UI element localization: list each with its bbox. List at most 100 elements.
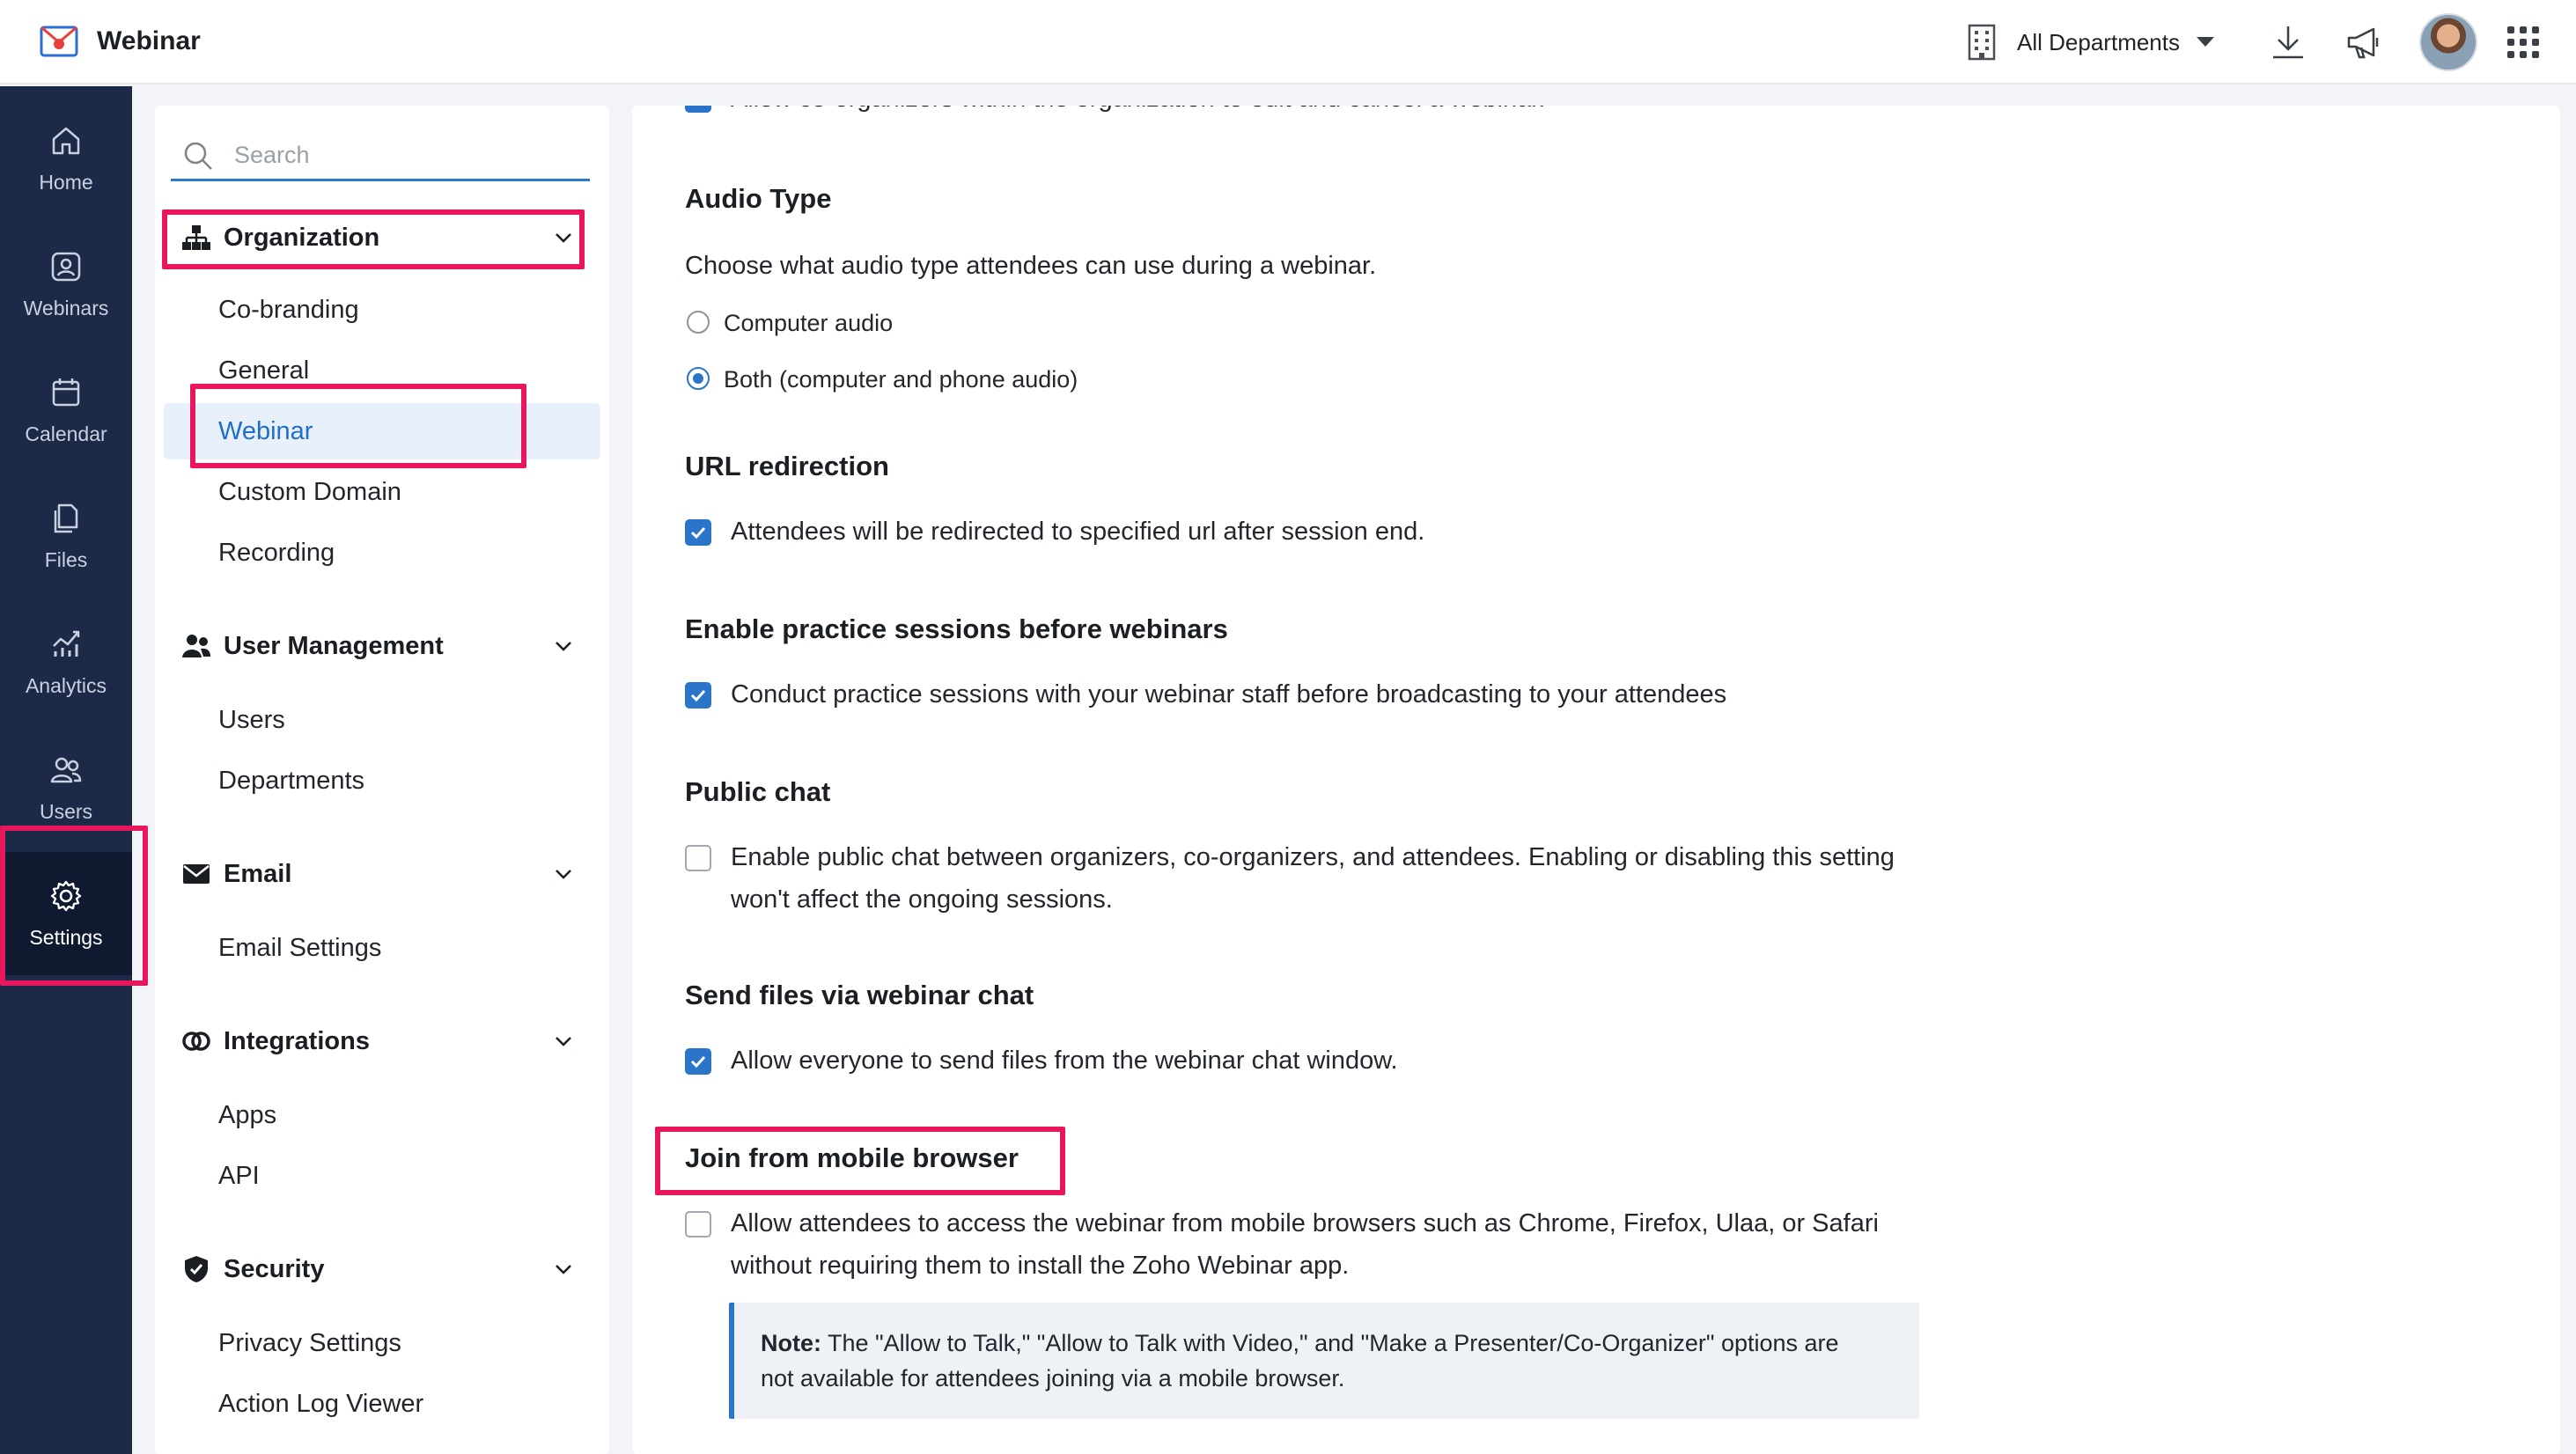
nav-group-label-email: Email bbox=[224, 859, 292, 888]
url-redirection-label: Attendees will be redirected to specifie… bbox=[731, 518, 1425, 546]
settings-nav-panel: Organization Co-branding General Webinar… bbox=[155, 106, 609, 1454]
url-redirection-checkbox[interactable] bbox=[685, 519, 711, 546]
nav-item-departments[interactable]: Departments bbox=[218, 753, 588, 809]
audio-option-computer[interactable]: Computer audio bbox=[687, 308, 893, 338]
caret-down-icon bbox=[2197, 37, 2214, 47]
building-icon bbox=[1968, 24, 1996, 61]
practice-sessions-option[interactable]: Conduct practice sessions with your webi… bbox=[685, 679, 1726, 716]
rail-label-home: Home bbox=[39, 170, 93, 194]
gear-icon bbox=[50, 880, 82, 911]
mobile-browser-label-line1: Allow attendees to access the webinar fr… bbox=[731, 1209, 1879, 1237]
nav-item-recording[interactable]: Recording bbox=[218, 525, 588, 581]
top-bar: Webinar All Departments bbox=[0, 0, 2576, 84]
top-right-actions: All Departments bbox=[1964, 0, 2576, 84]
chevron-down-icon bbox=[556, 870, 571, 879]
send-files-checkbox[interactable] bbox=[685, 1048, 711, 1075]
rail-item-files[interactable]: Files bbox=[0, 474, 132, 598]
co-organizer-edit-label: Allow co-organizers within the organizat… bbox=[731, 106, 1545, 120]
nav-item-users[interactable]: Users bbox=[218, 692, 588, 748]
nav-item-general[interactable]: General bbox=[218, 342, 588, 399]
nav-item-webinar[interactable]: Webinar bbox=[164, 403, 600, 459]
department-selector[interactable]: All Departments bbox=[1964, 22, 2215, 62]
co-organizer-edit-option[interactable]: Allow co-organizers within the organizat… bbox=[685, 106, 1545, 120]
rail-item-analytics[interactable]: Analytics bbox=[0, 600, 132, 723]
rail-item-settings[interactable]: Settings bbox=[0, 852, 132, 975]
url-redirection-option[interactable]: Attendees will be redirected to specifie… bbox=[685, 516, 1424, 553]
audio-type-description: Choose what audio type attendees can use… bbox=[685, 252, 1377, 280]
webinars-icon bbox=[51, 252, 81, 281]
checkmark-icon bbox=[690, 526, 706, 540]
send-files-title: Send files via webinar chat bbox=[685, 980, 1034, 1010]
shield-icon bbox=[185, 1256, 208, 1282]
co-organizer-edit-checkbox[interactable] bbox=[685, 106, 711, 113]
nav-item-email-settings[interactable]: Email Settings bbox=[218, 920, 588, 976]
rail-item-users[interactable]: Users bbox=[0, 726, 132, 849]
nav-group-organization[interactable]: Organization bbox=[181, 213, 574, 262]
rail-label-webinars: Webinars bbox=[23, 296, 109, 319]
public-chat-checkbox[interactable] bbox=[685, 845, 711, 871]
nav-group-user-management[interactable]: User Management bbox=[181, 621, 574, 671]
settings-content: Allow co-organizers within the organizat… bbox=[632, 106, 2560, 1454]
rail-item-webinars[interactable]: Webinars bbox=[0, 223, 132, 346]
practice-sessions-title: Enable practice sessions before webinars bbox=[685, 613, 1228, 644]
public-chat-title: Public chat bbox=[685, 776, 831, 807]
department-label: All Departments bbox=[2017, 28, 2180, 55]
webinar-logo-icon bbox=[40, 26, 78, 57]
app-root: Webinar All Departments Home Webinars Ca… bbox=[0, 0, 2576, 1454]
note-label: Note: bbox=[761, 1330, 821, 1356]
nav-group-label-user-management: User Management bbox=[224, 631, 444, 660]
megaphone-icon[interactable] bbox=[2344, 22, 2384, 62]
rail-label-analytics: Analytics bbox=[25, 673, 107, 697]
nav-item-api[interactable]: API bbox=[218, 1148, 588, 1204]
calendar-icon bbox=[52, 378, 80, 406]
user-avatar[interactable] bbox=[2419, 13, 2477, 71]
checkmark-icon bbox=[690, 1055, 706, 1068]
url-redirection-title: URL redirection bbox=[685, 451, 889, 481]
search-box[interactable] bbox=[171, 132, 590, 181]
integrations-icon bbox=[182, 1032, 210, 1051]
home-icon bbox=[52, 127, 80, 154]
nav-group-security[interactable]: Security bbox=[181, 1245, 574, 1294]
both-audio-radio[interactable] bbox=[687, 367, 710, 390]
organization-icon bbox=[182, 225, 210, 250]
checkmark-icon bbox=[690, 689, 706, 702]
search-input[interactable] bbox=[234, 142, 569, 169]
practice-sessions-checkbox[interactable] bbox=[685, 682, 711, 709]
chevron-down-icon bbox=[556, 1265, 571, 1274]
apps-grid-icon[interactable] bbox=[2507, 26, 2539, 58]
brand[interactable]: Webinar bbox=[39, 21, 201, 62]
public-chat-option[interactable]: Enable public chat between organizers, c… bbox=[685, 841, 1895, 921]
rail-label-calendar: Calendar bbox=[25, 422, 107, 445]
nav-item-custom-domain[interactable]: Custom Domain bbox=[218, 464, 588, 520]
rail-item-home[interactable]: Home bbox=[0, 97, 132, 220]
download-icon[interactable] bbox=[2268, 22, 2308, 62]
nav-item-privacy-settings[interactable]: Privacy Settings bbox=[218, 1315, 588, 1371]
nav-group-label-organization: Organization bbox=[224, 223, 380, 252]
mobile-browser-checkbox[interactable] bbox=[685, 1211, 711, 1237]
mobile-browser-title: Join from mobile browser bbox=[685, 1142, 1019, 1173]
rail-label-settings: Settings bbox=[29, 925, 103, 949]
nav-item-action-log-viewer[interactable]: Action Log Viewer bbox=[218, 1376, 588, 1432]
rail-item-calendar[interactable]: Calendar bbox=[0, 349, 132, 472]
mobile-browser-label-line2: without requiring them to install the Zo… bbox=[731, 1252, 1350, 1280]
chevron-down-icon bbox=[556, 233, 571, 243]
public-chat-label-line1: Enable public chat between organizers, c… bbox=[731, 843, 1895, 871]
computer-audio-radio[interactable] bbox=[687, 311, 710, 334]
both-audio-label: Both (computer and phone audio) bbox=[724, 366, 1078, 393]
send-files-option[interactable]: Allow everyone to send files from the we… bbox=[685, 1045, 1398, 1082]
nav-group-integrations[interactable]: Integrations bbox=[181, 1017, 574, 1066]
mobile-browser-note: Note: The "Allow to Talk," "Allow to Tal… bbox=[729, 1303, 1919, 1419]
rail-label-users: Users bbox=[39, 799, 93, 823]
computer-audio-label: Computer audio bbox=[724, 310, 894, 336]
search-icon bbox=[184, 142, 212, 170]
nav-group-label-security: Security bbox=[224, 1254, 325, 1283]
audio-option-both[interactable]: Both (computer and phone audio) bbox=[687, 364, 1078, 394]
left-rail: Home Webinars Calendar Files Analytics U… bbox=[0, 86, 132, 1454]
nav-item-co-branding[interactable]: Co-branding bbox=[218, 282, 588, 338]
files-icon bbox=[54, 503, 78, 532]
users-icon bbox=[50, 757, 82, 782]
nav-group-email[interactable]: Email bbox=[181, 849, 574, 899]
mobile-browser-option[interactable]: Allow attendees to access the webinar fr… bbox=[685, 1208, 1879, 1287]
analytics-icon bbox=[53, 630, 80, 657]
nav-item-apps[interactable]: Apps bbox=[218, 1087, 588, 1143]
